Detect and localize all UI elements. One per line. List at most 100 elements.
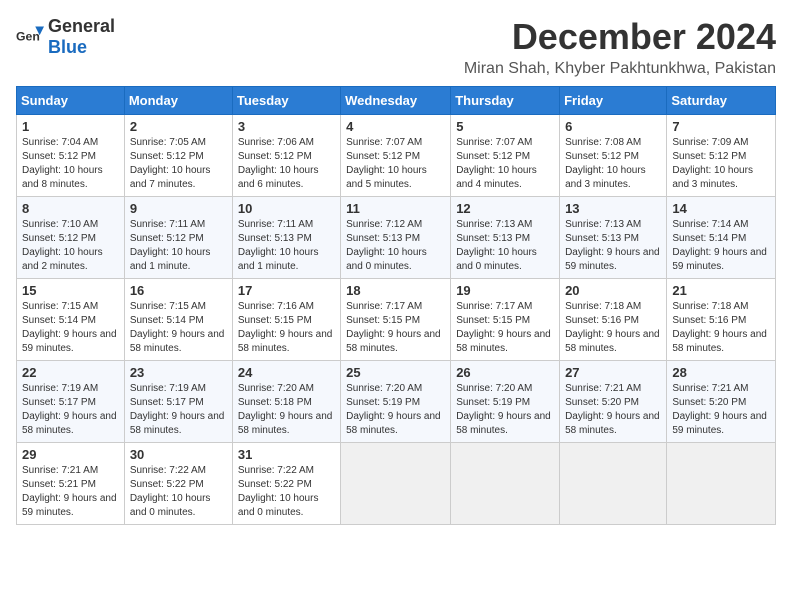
day-info: Sunrise: 7:17 AMSunset: 5:15 PMDaylight:… bbox=[346, 300, 445, 356]
day-number: 24 bbox=[238, 365, 335, 380]
svg-text:Gen: Gen bbox=[16, 30, 40, 44]
calendar-cell: 26Sunrise: 7:20 AMSunset: 5:19 PMDayligh… bbox=[451, 361, 560, 443]
day-info: Sunrise: 7:20 AMSunset: 5:18 PMDaylight:… bbox=[238, 382, 335, 438]
calendar-cell: 12 Sunrise: 7:13 AMSunset: 5:13 PMDayligh… bbox=[451, 197, 560, 279]
day-info: Sunrise: 7:13 AMSunset: 5:13 PMDaylight:… bbox=[565, 218, 661, 274]
day-info: Sunrise: 7:21 AMSunset: 5:20 PMDaylight:… bbox=[565, 382, 661, 438]
day-info: Sunrise: 7:11 AMSunset: 5:12 PMDaylight:… bbox=[130, 218, 227, 274]
day-info: Sunrise: 7:17 AMSunset: 5:15 PMDaylight:… bbox=[456, 300, 554, 356]
day-number: 13 bbox=[565, 201, 661, 216]
logo: Gen General Blue bbox=[16, 16, 115, 58]
day-number: 2 bbox=[130, 119, 227, 134]
day-info: Sunrise: 7:05 AMSunset: 5:12 PMDaylight:… bbox=[130, 136, 227, 192]
day-number: 17 bbox=[238, 283, 335, 298]
day-of-week-header: Monday bbox=[124, 87, 232, 115]
day-of-week-header: Saturday bbox=[667, 87, 776, 115]
day-of-week-header: Sunday bbox=[17, 87, 125, 115]
day-info: Sunrise: 7:20 AMSunset: 5:19 PMDaylight:… bbox=[456, 382, 554, 438]
calendar-cell: 7Sunrise: 7:09 AMSunset: 5:12 PMDaylight… bbox=[667, 115, 776, 197]
calendar-body: 1 Sunrise: 7:04 AMSunset: 5:12 PMDaylight… bbox=[17, 115, 776, 525]
day-number: 23 bbox=[130, 365, 227, 380]
day-of-week-header: Tuesday bbox=[232, 87, 340, 115]
month-title: December 2024 bbox=[464, 16, 776, 58]
calendar-table: SundayMondayTuesdayWednesdayThursdayFrid… bbox=[16, 86, 776, 525]
day-info: Sunrise: 7:14 AMSunset: 5:14 PMDaylight:… bbox=[672, 218, 770, 274]
calendar-cell: 24 Sunrise: 7:20 AMSunset: 5:18 PMDayligh… bbox=[232, 361, 340, 443]
day-info: Sunrise: 7:21 AMSunset: 5:21 PMDaylight:… bbox=[22, 464, 119, 520]
day-number: 8 bbox=[22, 201, 119, 216]
calendar-cell: 6 Sunrise: 7:08 AMSunset: 5:12 PMDaylight… bbox=[560, 115, 667, 197]
day-number: 12 bbox=[456, 201, 554, 216]
day-info: Sunrise: 7:15 AMSunset: 5:14 PMDaylight:… bbox=[130, 300, 227, 356]
calendar-cell: 11 Sunrise: 7:12 AMSunset: 5:13 PMDayligh… bbox=[341, 197, 451, 279]
day-info: Sunrise: 7:20 AMSunset: 5:19 PMDaylight:… bbox=[346, 382, 445, 438]
day-number: 31 bbox=[238, 447, 335, 462]
calendar-week-row: 29 Sunrise: 7:21 AMSunset: 5:21 PMDayligh… bbox=[17, 443, 776, 525]
calendar-cell: 29 Sunrise: 7:21 AMSunset: 5:21 PMDayligh… bbox=[17, 443, 125, 525]
day-info: Sunrise: 7:06 AMSunset: 5:12 PMDaylight:… bbox=[238, 136, 335, 192]
day-info: Sunrise: 7:19 AMSunset: 5:17 PMDaylight:… bbox=[130, 382, 227, 438]
day-info: Sunrise: 7:22 AMSunset: 5:22 PMDaylight:… bbox=[238, 464, 335, 520]
day-number: 14 bbox=[672, 201, 770, 216]
calendar-cell bbox=[667, 443, 776, 525]
day-number: 18 bbox=[346, 283, 445, 298]
day-number: 25 bbox=[346, 365, 445, 380]
day-number: 28 bbox=[672, 365, 770, 380]
calendar-cell: 9 Sunrise: 7:11 AMSunset: 5:12 PMDaylight… bbox=[124, 197, 232, 279]
calendar-cell: 21Sunrise: 7:18 AMSunset: 5:16 PMDayligh… bbox=[667, 279, 776, 361]
day-info: Sunrise: 7:19 AMSunset: 5:17 PMDaylight:… bbox=[22, 382, 119, 438]
day-number: 10 bbox=[238, 201, 335, 216]
logo-general: General bbox=[48, 16, 115, 36]
calendar-cell: 13 Sunrise: 7:13 AMSunset: 5:13 PMDayligh… bbox=[560, 197, 667, 279]
calendar-cell: 1 Sunrise: 7:04 AMSunset: 5:12 PMDaylight… bbox=[17, 115, 125, 197]
day-of-week-header: Thursday bbox=[451, 87, 560, 115]
day-number: 9 bbox=[130, 201, 227, 216]
day-info: Sunrise: 7:07 AMSunset: 5:12 PMDaylight:… bbox=[346, 136, 445, 192]
day-info: Sunrise: 7:10 AMSunset: 5:12 PMDaylight:… bbox=[22, 218, 119, 274]
calendar-cell: 20Sunrise: 7:18 AMSunset: 5:16 PMDayligh… bbox=[560, 279, 667, 361]
calendar-cell: 25 Sunrise: 7:20 AMSunset: 5:19 PMDayligh… bbox=[341, 361, 451, 443]
day-number: 30 bbox=[130, 447, 227, 462]
calendar-week-row: 1 Sunrise: 7:04 AMSunset: 5:12 PMDaylight… bbox=[17, 115, 776, 197]
calendar-cell: 19 Sunrise: 7:17 AMSunset: 5:15 PMDayligh… bbox=[451, 279, 560, 361]
day-number: 19 bbox=[456, 283, 554, 298]
calendar-cell: 3Sunrise: 7:06 AMSunset: 5:12 PMDaylight… bbox=[232, 115, 340, 197]
day-info: Sunrise: 7:07 AMSunset: 5:12 PMDaylight:… bbox=[456, 136, 554, 192]
calendar-cell: 17 Sunrise: 7:16 AMSunset: 5:15 PMDayligh… bbox=[232, 279, 340, 361]
calendar-cell: 15 Sunrise: 7:15 AMSunset: 5:14 PMDayligh… bbox=[17, 279, 125, 361]
day-number: 15 bbox=[22, 283, 119, 298]
calendar-cell: 27 Sunrise: 7:21 AMSunset: 5:20 PMDayligh… bbox=[560, 361, 667, 443]
calendar-cell: 8 Sunrise: 7:10 AMSunset: 5:12 PMDaylight… bbox=[17, 197, 125, 279]
day-number: 1 bbox=[22, 119, 119, 134]
logo-blue: Blue bbox=[48, 37, 87, 57]
page-header: Gen General Blue December 2024 Miran Sha… bbox=[16, 16, 776, 78]
calendar-week-row: 8 Sunrise: 7:10 AMSunset: 5:12 PMDaylight… bbox=[17, 197, 776, 279]
day-info: Sunrise: 7:08 AMSunset: 5:12 PMDaylight:… bbox=[565, 136, 661, 192]
day-number: 4 bbox=[346, 119, 445, 134]
calendar-header-row: SundayMondayTuesdayWednesdayThursdayFrid… bbox=[17, 87, 776, 115]
logo-icon: Gen bbox=[16, 23, 44, 51]
day-number: 16 bbox=[130, 283, 227, 298]
day-info: Sunrise: 7:21 AMSunset: 5:20 PMDaylight:… bbox=[672, 382, 770, 438]
calendar-cell: 14 Sunrise: 7:14 AMSunset: 5:14 PMDayligh… bbox=[667, 197, 776, 279]
day-info: Sunrise: 7:04 AMSunset: 5:12 PMDaylight:… bbox=[22, 136, 119, 192]
day-number: 5 bbox=[456, 119, 554, 134]
day-number: 27 bbox=[565, 365, 661, 380]
day-info: Sunrise: 7:16 AMSunset: 5:15 PMDaylight:… bbox=[238, 300, 335, 356]
calendar-cell: 28 Sunrise: 7:21 AMSunset: 5:20 PMDayligh… bbox=[667, 361, 776, 443]
calendar-week-row: 15 Sunrise: 7:15 AMSunset: 5:14 PMDayligh… bbox=[17, 279, 776, 361]
calendar-cell: 30Sunrise: 7:22 AMSunset: 5:22 PMDayligh… bbox=[124, 443, 232, 525]
day-of-week-header: Friday bbox=[560, 87, 667, 115]
day-info: Sunrise: 7:11 AMSunset: 5:13 PMDaylight:… bbox=[238, 218, 335, 274]
day-info: Sunrise: 7:15 AMSunset: 5:14 PMDaylight:… bbox=[22, 300, 119, 356]
day-number: 20 bbox=[565, 283, 661, 298]
day-number: 29 bbox=[22, 447, 119, 462]
day-number: 22 bbox=[22, 365, 119, 380]
day-number: 11 bbox=[346, 201, 445, 216]
day-info: Sunrise: 7:12 AMSunset: 5:13 PMDaylight:… bbox=[346, 218, 445, 274]
calendar-cell: 31 Sunrise: 7:22 AMSunset: 5:22 PMDayligh… bbox=[232, 443, 340, 525]
calendar-cell: 23 Sunrise: 7:19 AMSunset: 5:17 PMDayligh… bbox=[124, 361, 232, 443]
day-number: 6 bbox=[565, 119, 661, 134]
day-info: Sunrise: 7:13 AMSunset: 5:13 PMDaylight:… bbox=[456, 218, 554, 274]
day-number: 21 bbox=[672, 283, 770, 298]
